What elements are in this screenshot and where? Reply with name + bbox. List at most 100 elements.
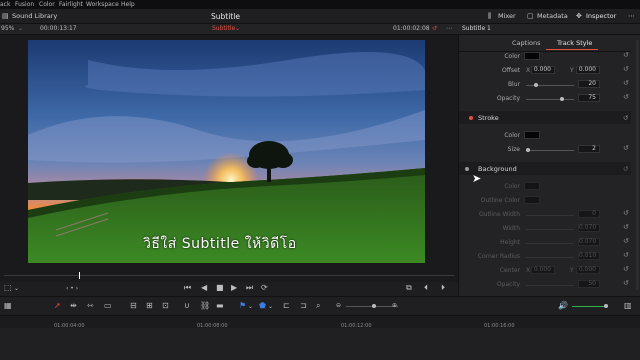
mixer-button[interactable]: Mixer: [498, 12, 516, 20]
insert-clip-icon[interactable]: ⊟: [130, 301, 137, 310]
zoom-in-icon[interactable]: ⊕: [392, 302, 397, 309]
tab-track-style[interactable]: Track Style: [557, 39, 592, 47]
metadata-button[interactable]: Metadata: [537, 12, 568, 20]
bg-outline-width-slider[interactable]: [526, 215, 574, 216]
bg-opacity-field[interactable]: 50: [578, 280, 600, 288]
bg-corner-radius-slider[interactable]: [526, 257, 574, 258]
bg-color-swatch[interactable]: [524, 182, 540, 190]
reset-icon[interactable]: ↺: [623, 265, 629, 273]
inspector-icon[interactable]: ✥: [576, 12, 582, 20]
reset-icon[interactable]: ↺: [623, 51, 629, 59]
loop-playback-icon[interactable]: ⟳: [261, 283, 268, 292]
metadata-icon[interactable]: ▢: [527, 12, 534, 20]
stroke-enable-dot-icon[interactable]: [469, 116, 473, 120]
reset-icon[interactable]: ↺: [623, 251, 629, 259]
bg-width-slider[interactable]: [526, 229, 574, 230]
opacity-slider-handle[interactable]: [560, 97, 564, 101]
menu-item-fairlight[interactable]: Fairlight: [59, 1, 83, 8]
zoom-level[interactable]: 95%: [1, 25, 14, 32]
menu-item-ack[interactable]: ack: [0, 1, 10, 8]
reset-icon[interactable]: ↺: [623, 209, 629, 217]
opacity-field[interactable]: 75: [578, 94, 600, 102]
flag-icon[interactable]: ⚑: [239, 301, 246, 310]
scrub-track[interactable]: [4, 275, 454, 276]
sidebar-toggle-icon[interactable]: ▦: [4, 301, 12, 310]
stroke-size-slider[interactable]: [526, 150, 574, 151]
bg-opacity-slider[interactable]: [526, 285, 574, 286]
next-edit-icon[interactable]: ⏵: [441, 283, 445, 293]
reset-icon[interactable]: ↺: [623, 65, 629, 73]
reset-icon[interactable]: ↺: [623, 279, 629, 287]
selection-tool-icon[interactable]: ➚: [54, 301, 61, 310]
inspector-scrollbar[interactable]: [636, 40, 639, 290]
timeline-track-area[interactable]: [0, 328, 640, 360]
reset-icon[interactable]: ↺: [623, 93, 629, 101]
more-menu-icon[interactable]: ⋯: [628, 12, 635, 20]
stroke-size-field[interactable]: 2: [578, 145, 600, 153]
marker-icon[interactable]: ⬟: [259, 301, 266, 310]
chevron-down-icon[interactable]: ⌄: [18, 25, 23, 32]
tab-captions[interactable]: Captions: [512, 39, 541, 47]
full-extent-zoom-icon[interactable]: ⊏: [283, 301, 290, 310]
timeline-ruler[interactable]: [0, 316, 640, 328]
stop-icon[interactable]: ■: [216, 283, 224, 292]
mixer-icon[interactable]: ⫼: [488, 12, 491, 21]
zoom-out-icon[interactable]: ⊖: [336, 302, 341, 309]
timeline-name[interactable]: Subtitle: [212, 25, 235, 32]
scrub-bar[interactable]: [0, 268, 458, 282]
bg-height-field[interactable]: 0.070: [578, 238, 600, 246]
go-to-end-icon[interactable]: ⏭: [246, 283, 253, 293]
background-enable-dot-icon[interactable]: [465, 167, 469, 171]
custom-zoom-icon[interactable]: ⌕: [316, 301, 320, 311]
bg-outline-color-swatch[interactable]: [524, 196, 540, 204]
dynamic-trim-icon[interactable]: ⇿: [87, 301, 94, 310]
timeline-dropdown-icon[interactable]: ⌄: [235, 25, 240, 32]
reset-icon[interactable]: ↺: [623, 114, 628, 122]
bg-height-slider[interactable]: [526, 243, 574, 244]
match-frame-icon[interactable]: ⧉: [406, 283, 412, 293]
menu-item-help[interactable]: Help: [121, 1, 135, 8]
scrub-playhead[interactable]: [79, 272, 80, 279]
inspector-button[interactable]: Inspector: [586, 12, 616, 20]
bg-width-field[interactable]: 0.070: [578, 224, 600, 232]
flag-dropdown-icon[interactable]: ⌄: [248, 303, 253, 310]
offset-x-field[interactable]: 0.000: [531, 66, 555, 74]
linked-selection-icon[interactable]: ⛓: [200, 301, 210, 310]
sound-library-icon[interactable]: ▤: [2, 12, 9, 20]
blade-tool-icon[interactable]: ▭: [104, 301, 112, 310]
reverse-play-icon[interactable]: ◀: [201, 283, 207, 292]
blur-slider-handle[interactable]: [533, 83, 538, 87]
shadow-color-swatch[interactable]: [524, 52, 540, 60]
bg-center-x-field[interactable]: 0.000: [531, 266, 555, 274]
reset-icon[interactable]: ↺: [623, 165, 628, 173]
stroke-section-header[interactable]: Stroke ↺: [459, 111, 631, 124]
subtitle-text[interactable]: วิธีใส่ Subtitle ให้วิดีโอ: [143, 233, 343, 255]
video-frame[interactable]: [28, 40, 425, 263]
overwrite-clip-icon[interactable]: ⊞: [146, 301, 153, 310]
replace-clip-icon[interactable]: ⊡: [162, 301, 169, 310]
reset-icon[interactable]: ↺: [623, 237, 629, 245]
marker-dropdown-icon[interactable]: ⌄: [268, 303, 273, 310]
viewer-mode-chevron-icon[interactable]: ⌄: [14, 285, 19, 292]
bg-corner-radius-field[interactable]: 0.010: [578, 252, 600, 260]
audio-meter-icon[interactable]: ▥: [624, 301, 632, 310]
snapping-icon[interactable]: ∪: [184, 301, 190, 310]
position-lock-icon[interactable]: ▬: [216, 301, 224, 310]
prev-edit-icon[interactable]: ⏴: [424, 283, 428, 293]
volume-slider[interactable]: [572, 306, 606, 307]
timeline-zoom-handle[interactable]: [372, 304, 376, 308]
menu-item-color[interactable]: Color: [39, 1, 55, 8]
menu-item-fusion[interactable]: Fusion: [15, 1, 34, 8]
background-section-header[interactable]: Background ↺: [459, 162, 631, 175]
volume-handle[interactable]: [604, 304, 608, 308]
reset-icon[interactable]: ↺: [623, 144, 629, 152]
volume-icon[interactable]: 🔊: [558, 301, 568, 310]
play-icon[interactable]: ▶: [231, 283, 237, 292]
viewer-options-icon[interactable]: ⋯: [446, 25, 452, 32]
detail-zoom-icon[interactable]: ⊐: [300, 301, 307, 310]
reset-icon[interactable]: ↺: [623, 79, 629, 87]
reset-icon[interactable]: ↺: [623, 223, 629, 231]
stroke-color-swatch[interactable]: [524, 131, 540, 139]
blur-field[interactable]: 20: [578, 80, 600, 88]
bg-outline-width-field[interactable]: 0: [578, 210, 600, 218]
